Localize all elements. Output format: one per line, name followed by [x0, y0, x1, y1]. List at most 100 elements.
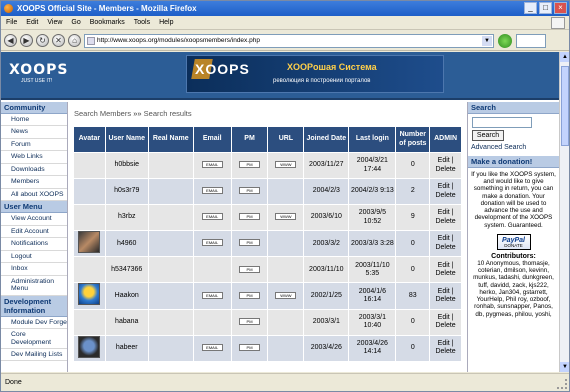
menu-file[interactable]: File — [6, 16, 17, 29]
email-button[interactable]: EMAIL — [201, 187, 223, 195]
delete-link[interactable]: Delete — [435, 348, 455, 355]
search-button[interactable]: Search — [472, 130, 504, 141]
close-button[interactable]: × — [554, 2, 567, 14]
url-bar[interactable]: http://www.xoops.org/modules/xoopsmember… — [84, 34, 494, 48]
edit-link[interactable]: Edit — [438, 235, 450, 242]
pm-button[interactable]: PM — [239, 213, 261, 221]
email-button[interactable]: EMAIL — [201, 344, 223, 352]
delete-link[interactable]: Delete — [435, 244, 455, 251]
email-button[interactable]: EMAIL — [201, 239, 223, 247]
email-button[interactable]: EMAIL — [201, 291, 223, 299]
url-cell — [267, 178, 305, 205]
username[interactable]: habeer — [104, 334, 149, 363]
username[interactable]: Haakon — [104, 282, 149, 310]
edit-link[interactable]: Edit — [438, 209, 450, 216]
home-icon[interactable]: ⌂ — [68, 34, 81, 47]
sidebar-item-home[interactable]: Home — [1, 114, 67, 127]
admin-separator: | — [451, 261, 454, 269]
edit-link[interactable]: Edit — [438, 314, 450, 321]
advanced-search-link[interactable]: Advanced Search — [468, 141, 559, 154]
search-input[interactable] — [472, 117, 532, 128]
pm-button[interactable]: PM — [239, 317, 261, 325]
sidebar-item-members[interactable]: Members — [1, 176, 67, 189]
last-login: 2003/4/26 14:14 — [348, 334, 397, 363]
pm-button[interactable]: PM — [239, 265, 261, 273]
realname-cell — [147, 178, 194, 205]
scrollbar-thumb[interactable] — [561, 66, 569, 146]
edit-link[interactable]: Edit — [438, 288, 450, 295]
admin-separator: | — [451, 287, 454, 295]
resize-grip-icon[interactable] — [557, 379, 567, 389]
sidebar-item-news[interactable]: News — [1, 126, 67, 139]
back-icon[interactable]: ◀ — [4, 34, 17, 47]
stop-icon[interactable]: ✕ — [52, 34, 65, 47]
sidebar-item-core-dev[interactable]: Core Development — [1, 329, 67, 349]
sidebar-item-weblinks[interactable]: Web Links — [1, 151, 67, 164]
sidebar-item-downloads[interactable]: Downloads — [1, 164, 67, 177]
delete-link[interactable]: Delete — [435, 218, 455, 225]
paypal-donate-button[interactable]: PayPal DONATE — [496, 233, 531, 250]
edit-link[interactable]: Edit — [438, 340, 450, 347]
search-box[interactable] — [516, 34, 546, 48]
www-button[interactable]: WWW — [275, 161, 297, 169]
pm-cell: PM — [230, 178, 269, 205]
username[interactable]: habana — [104, 308, 149, 336]
edit-link[interactable]: Edit — [438, 157, 450, 164]
post-count: 0 — [395, 256, 431, 284]
reload-icon[interactable]: ↻ — [36, 34, 49, 47]
pm-button[interactable]: PM — [239, 344, 261, 352]
email-button[interactable]: EMAIL — [201, 213, 223, 221]
menu-bookmarks[interactable]: Bookmarks — [90, 16, 125, 29]
pm-button[interactable]: PM — [239, 161, 261, 169]
pm-button[interactable]: PM — [239, 291, 261, 299]
menu-go[interactable]: Go — [71, 16, 80, 29]
menu-view[interactable]: View — [47, 16, 62, 29]
username[interactable]: h4960 — [104, 229, 149, 258]
www-button[interactable]: WWW — [275, 213, 297, 221]
members-table: Avatar User Name Real Name Email PM URL … — [73, 126, 462, 363]
delete-link[interactable]: Delete — [435, 192, 455, 199]
sidebar-item-inbox[interactable]: Inbox — [1, 263, 67, 276]
sidebar-item-forum[interactable]: Forum — [1, 139, 67, 152]
sidebar-item-logout[interactable]: Logout — [1, 251, 67, 264]
banner-ad[interactable]: XOOPS XOOPошая Система революция в постр… — [186, 55, 444, 93]
sidebar-item-mailing-lists[interactable]: Dev Mailing Lists — [1, 349, 67, 362]
scroll-down-icon[interactable]: ▼ — [560, 362, 569, 372]
go-icon[interactable] — [498, 34, 512, 48]
menu-help[interactable]: Help — [159, 16, 173, 29]
edit-link[interactable]: Edit — [438, 183, 450, 190]
xoops-logo[interactable]: XOOPS JUST USE IT! — [9, 62, 69, 92]
sidebar-item-admin-menu[interactable]: Administration Menu — [1, 276, 67, 296]
menu-tools[interactable]: Tools — [134, 16, 150, 29]
pm-button[interactable]: PM — [239, 187, 261, 195]
sidebar-item-module-forge[interactable]: Module Dev Forge — [1, 317, 67, 330]
username[interactable]: h3rbz — [104, 204, 149, 231]
pm-button[interactable]: PM — [239, 239, 261, 247]
sidebar-item-view-account[interactable]: View Account — [1, 213, 67, 226]
username[interactable]: h5347366 — [104, 256, 149, 284]
forward-icon[interactable]: ▶ — [20, 34, 33, 47]
vertical-scrollbar[interactable]: ▲ ▼ — [559, 52, 569, 372]
username[interactable]: h0s3r79 — [104, 178, 149, 205]
minimize-button[interactable]: _ — [524, 2, 537, 14]
delete-link[interactable]: Delete — [435, 322, 455, 329]
scroll-up-icon[interactable]: ▲ — [560, 52, 569, 62]
username[interactable]: h0bbsie — [104, 152, 149, 179]
delete-link[interactable]: Delete — [435, 270, 455, 277]
menu-edit[interactable]: Edit — [26, 16, 38, 29]
window-title: XOOPS Official Site - Members - Mozilla … — [17, 4, 197, 13]
delete-link[interactable]: Delete — [435, 166, 455, 173]
delete-link[interactable]: Delete — [435, 296, 455, 303]
chevron-down-icon[interactable]: ▼ — [482, 36, 492, 46]
sidebar-item-edit-account[interactable]: Edit Account — [1, 226, 67, 239]
maximize-button[interactable]: □ — [539, 2, 552, 14]
sidebar-item-about[interactable]: All about XOOPS — [1, 189, 67, 202]
www-button[interactable]: WWW — [275, 291, 297, 299]
breadcrumb-link[interactable]: Search Members — [74, 109, 131, 118]
email-button[interactable]: EMAIL — [201, 161, 223, 169]
url-cell: WWW — [267, 282, 305, 310]
avatar-cell — [73, 204, 106, 231]
left-sidebar: Community Home News Forum Web Links Down… — [1, 102, 68, 372]
edit-link[interactable]: Edit — [438, 262, 450, 269]
sidebar-item-notifications[interactable]: Notifications — [1, 238, 67, 251]
